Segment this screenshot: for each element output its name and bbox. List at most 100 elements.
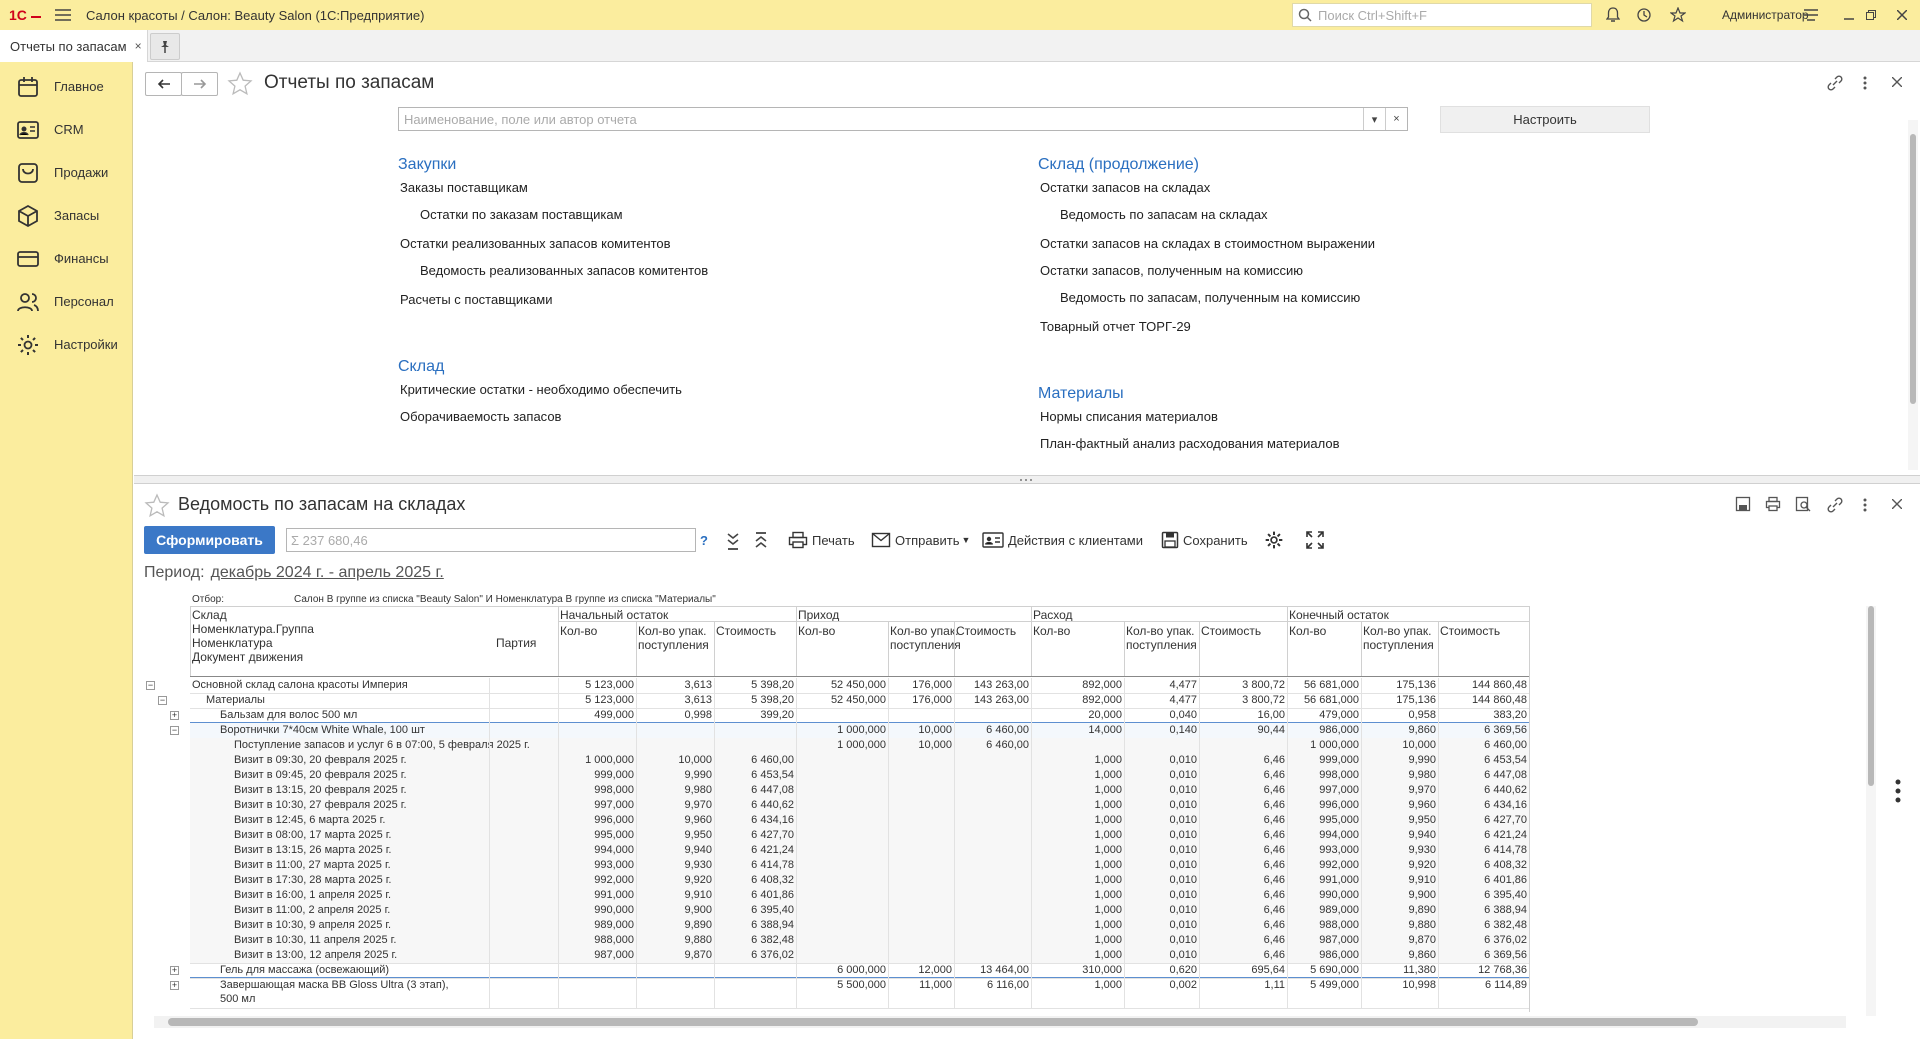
expand-row-icon[interactable]: + [170,981,179,990]
grid-line [714,858,715,873]
printer-icon[interactable] [1765,496,1781,512]
global-search-input[interactable]: Поиск Ctrl+Shift+F [1292,3,1592,27]
report-spreadsheet[interactable]: Отбор: Салон В группе из списка "Beauty S… [144,594,1862,1012]
help-button[interactable]: ? [700,528,708,552]
cell-value: 56 681,000 [1303,679,1359,691]
tab-close-icon[interactable]: × [135,39,142,53]
favorite-star-icon[interactable] [144,493,170,519]
report-link[interactable]: Ведомость по запасам на складах [1060,207,1268,222]
preview-icon[interactable] [1795,496,1811,512]
grid-line [888,783,889,798]
restore-icon[interactable] [1856,0,1886,30]
collapse-row-icon[interactable]: − [158,696,167,705]
report-link[interactable]: Оборачиваемость запасов [400,409,561,424]
close-icon[interactable] [1892,77,1902,87]
grid-line [489,978,490,1008]
report-search-input[interactable]: Наименование, поле или автор отчета ▾ × [398,107,1408,131]
report-link[interactable]: Остатки по заказам поставщикам [420,207,623,222]
report-link[interactable]: Заказы поставщикам [400,180,528,195]
history-icon[interactable] [1629,0,1659,30]
link-icon[interactable] [1826,496,1844,514]
scrollbar-thumb[interactable] [1910,134,1916,404]
cell-value: 6 427,70 [751,829,794,841]
grid-line [714,678,715,693]
section-title: Материалы [1038,385,1124,402]
save-disk-icon[interactable] [1735,496,1751,512]
header-qty: Кол-во [1289,624,1327,638]
print-button[interactable]: Печать [788,528,855,552]
cell-value: 1,000 [1094,904,1122,916]
scrollbar-thumb[interactable] [168,1018,1698,1026]
gear-icon[interactable] [1264,530,1284,550]
sidebar-item-personnel[interactable]: Персонал [0,280,132,323]
side-more-icon[interactable] [1894,778,1902,804]
cell-value: 9,920 [684,874,712,886]
report-link[interactable]: Ведомость реализованных запасов комитент… [420,263,708,278]
sidebar-item-settings[interactable]: Настройки [0,323,132,366]
save-button[interactable]: Сохранить [1161,528,1248,552]
row-name: Визит в 09:30, 20 февраля 2025 г. [234,754,407,766]
scrollbar-thumb[interactable] [1868,606,1874,786]
envelope-icon [871,532,891,548]
sidebar-item-inventory[interactable]: Запасы [0,194,132,237]
tab-reports[interactable]: Отчеты по запасам × [0,30,148,62]
cell-value: 6,46 [1263,874,1285,886]
link-icon[interactable] [1826,74,1844,92]
main-menu-icon[interactable] [48,0,78,30]
favorite-star-icon[interactable] [227,71,253,97]
collapse-row-icon[interactable]: − [170,726,179,735]
grid-line [714,963,715,978]
more-icon[interactable] [1862,74,1868,92]
report-link[interactable]: Остатки запасов, полученным на комиссию [1040,263,1303,278]
report-vertical-scrollbar[interactable] [1866,606,1876,1016]
more-icon[interactable] [1862,496,1868,514]
period-link[interactable]: декабрь 2024 г. - апрель 2025 г. [211,564,444,581]
grid-line [954,933,955,948]
cell-value: 6 388,94 [1484,904,1527,916]
favorites-star-icon[interactable] [1663,0,1693,30]
pin-icon[interactable] [150,33,180,60]
expand-row-icon[interactable]: + [170,966,179,975]
cell-value: 6 421,24 [751,844,794,856]
close-icon[interactable] [1892,499,1902,509]
row-name: Визит в 10:30, 11 апреля 2025 г. [234,934,397,946]
window-close-icon[interactable] [1887,0,1917,30]
splitter[interactable] [134,475,1920,484]
grid-line [1361,963,1362,978]
bell-icon[interactable] [1598,0,1628,30]
grid-line [1287,678,1288,693]
sidebar-item-crm[interactable]: CRM [0,108,132,151]
report-link[interactable]: Остатки запасов на складах в стоимостном… [1040,236,1375,251]
client-actions-button[interactable]: Действия с клиентами [982,528,1143,552]
generate-button[interactable]: Сформировать [144,526,275,554]
report-horizontal-scrollbar[interactable] [154,1016,1846,1028]
expand-all-icon[interactable] [726,531,740,551]
chevron-down-icon[interactable]: ▾ [1363,108,1385,130]
collapse-row-icon[interactable]: − [146,681,155,690]
wallet-icon [17,250,39,267]
sidebar-item-main[interactable]: Главное [0,65,132,108]
cell-value: 998,000 [594,784,634,796]
back-button[interactable] [145,72,182,96]
sidebar-item-sales[interactable]: Продажи [0,151,132,194]
collapse-all-icon[interactable] [754,531,768,551]
sum-field[interactable]: Σ 237 680,46 [286,528,696,552]
report-link[interactable]: Товарный отчет ТОРГ-29 [1040,319,1191,334]
grid-line [1361,828,1362,843]
send-button[interactable]: Отправить ▼ [871,528,970,552]
report-link[interactable]: Остатки реализованных запасов комитентов [400,236,671,251]
report-link[interactable]: Критические остатки - необходимо обеспеч… [400,382,682,397]
expand-row-icon[interactable]: + [170,711,179,720]
reports-scrollbar[interactable] [1908,120,1918,470]
sidebar-item-finance[interactable]: Финансы [0,237,132,280]
report-link[interactable]: Ведомость по запасам, полученным на коми… [1060,290,1360,305]
settings-menu-icon[interactable] [1796,0,1826,30]
clear-icon[interactable]: × [1385,108,1407,130]
report-link[interactable]: Остатки запасов на складах [1040,180,1210,195]
report-link[interactable]: Нормы списания материалов [1040,409,1218,424]
fullscreen-icon[interactable] [1306,531,1324,549]
report-link[interactable]: План-фактный анализ расходования материа… [1040,436,1340,451]
report-link[interactable]: Расчеты с поставщиками [400,292,553,307]
configure-button[interactable]: Настроить [1440,106,1650,133]
forward-button[interactable] [181,72,218,96]
